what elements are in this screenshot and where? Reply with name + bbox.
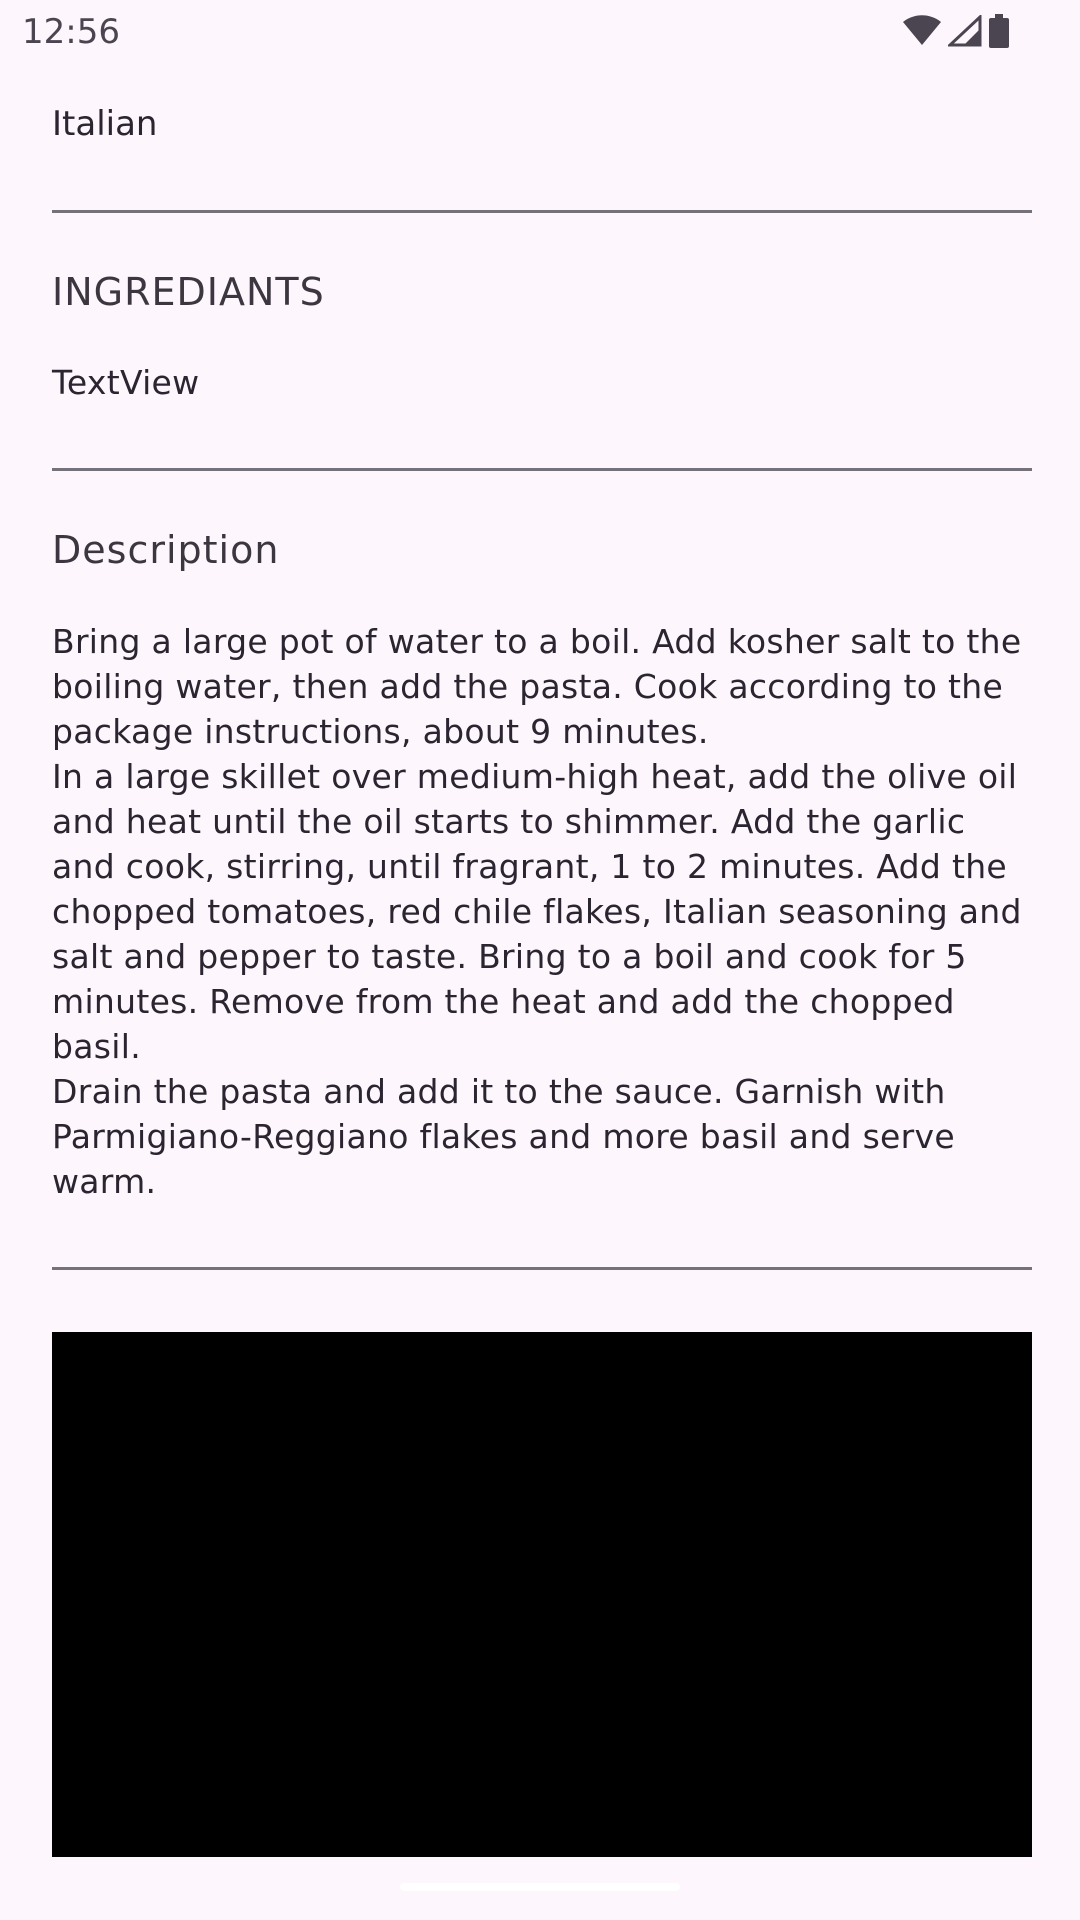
divider [52,468,1032,471]
divider [52,1267,1032,1270]
battery-icon [988,14,1010,48]
cuisine-label: Italian [52,104,158,144]
status-bar: 12:56 [0,0,1080,64]
status-icons [902,14,1010,48]
home-indicator[interactable] [400,1883,680,1891]
divider [52,210,1032,213]
signal-icon [948,15,982,47]
wifi-icon [902,15,942,47]
status-time: 12:56 [22,12,120,52]
ingredients-heading: INGREDIANTS [52,270,325,314]
description-text: Bring a large pot of water to a boil. Ad… [52,622,1022,1201]
ingredients-text: TextView [52,363,200,402]
video-player[interactable] [52,1332,1032,1857]
description-heading: Description [52,528,280,572]
